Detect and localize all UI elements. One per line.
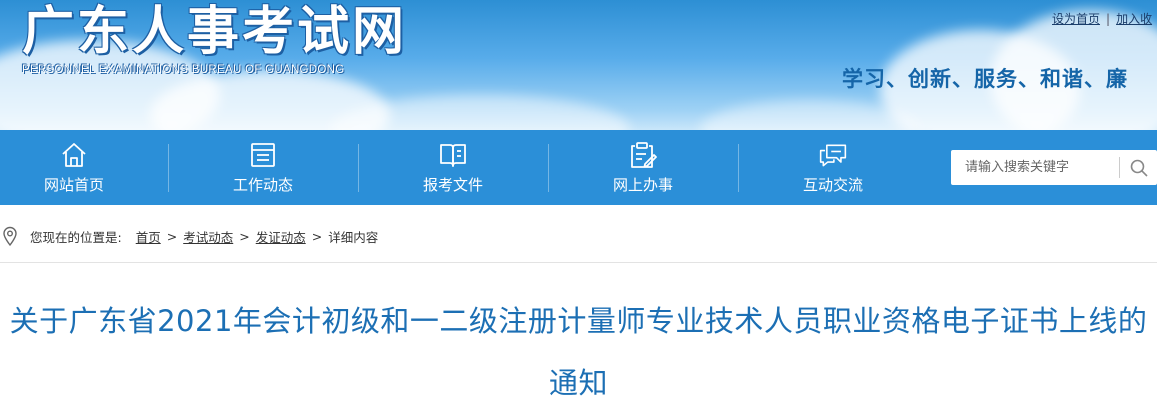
breadcrumb: 您现在的位置是: 首页 > 考试动态 > 发证动态 > 详细内容	[0, 224, 378, 248]
nav-item-work-news[interactable]: 工作动态	[168, 130, 358, 205]
nav-item-online-services[interactable]: 网上办事	[548, 130, 738, 205]
breadcrumb-separator: >	[311, 228, 323, 244]
chat-bubbles-icon	[818, 140, 848, 170]
site-logo-subtitle: PERSONNEL EXAMINATIONS BUREAU OF GUANGDO…	[22, 64, 345, 76]
search-box	[951, 150, 1157, 185]
header-banner: 广东人事考试网 PERSONNEL EXAMINATIONS BUREAU OF…	[0, 0, 1157, 130]
nav-item-exam-documents[interactable]: 报考文件	[358, 130, 548, 205]
news-list-icon	[248, 140, 278, 170]
site-slogan: 学习、创新、服务、和谐、廉	[842, 67, 1128, 91]
nav-item-label: 工作动态	[232, 176, 293, 194]
article-title-line2: 通知	[548, 366, 608, 400]
breadcrumb-exam-news-link[interactable]: 考试动态	[183, 227, 233, 246]
nav-item-interaction[interactable]: 互动交流	[738, 130, 928, 205]
open-book-icon	[438, 140, 468, 170]
breadcrumb-home-link[interactable]: 首页	[136, 227, 161, 246]
nav-item-home[interactable]: 网站首页	[0, 130, 169, 205]
breadcrumb-separator: >	[239, 228, 250, 244]
search-icon	[1129, 158, 1149, 178]
breadcrumb-separator: >	[166, 228, 178, 244]
breadcrumb-certificate-news-link[interactable]: 发证动态	[256, 227, 306, 246]
site-logo-title: 广东人事考试网	[22, 2, 408, 62]
location-pin-icon	[2, 226, 22, 246]
nav-item-label: 报考文件	[422, 176, 483, 194]
clipboard-edit-icon	[628, 140, 658, 170]
search-divider	[1119, 157, 1120, 178]
nav-item-label: 网站首页	[43, 176, 104, 194]
set-homepage-link[interactable]: 设为首页	[1052, 12, 1100, 26]
nav-item-label: 互动交流	[802, 176, 863, 194]
search-input[interactable]	[951, 150, 1119, 185]
home-icon	[59, 140, 89, 170]
add-favorite-link[interactable]: 加入收	[1116, 12, 1152, 26]
header-top-links: 设为首页 | 加入收	[1052, 10, 1152, 27]
nav-item-label: 网上办事	[612, 176, 673, 194]
breadcrumb-current: 详细内容	[328, 229, 379, 245]
search-button[interactable]	[1125, 154, 1153, 182]
top-links-separator: |	[1106, 12, 1111, 26]
article-title-line1: 关于广东省2021年会计初级和一二级注册计量师专业技术人员职业资格电子证书上线的	[9, 304, 1148, 338]
article-title: 关于广东省2021年会计初级和一二级注册计量师专业技术人员职业资格电子证书上线的…	[0, 290, 1157, 414]
content-divider	[0, 262, 1157, 263]
breadcrumb-prefix: 您现在的位置是:	[30, 229, 122, 245]
